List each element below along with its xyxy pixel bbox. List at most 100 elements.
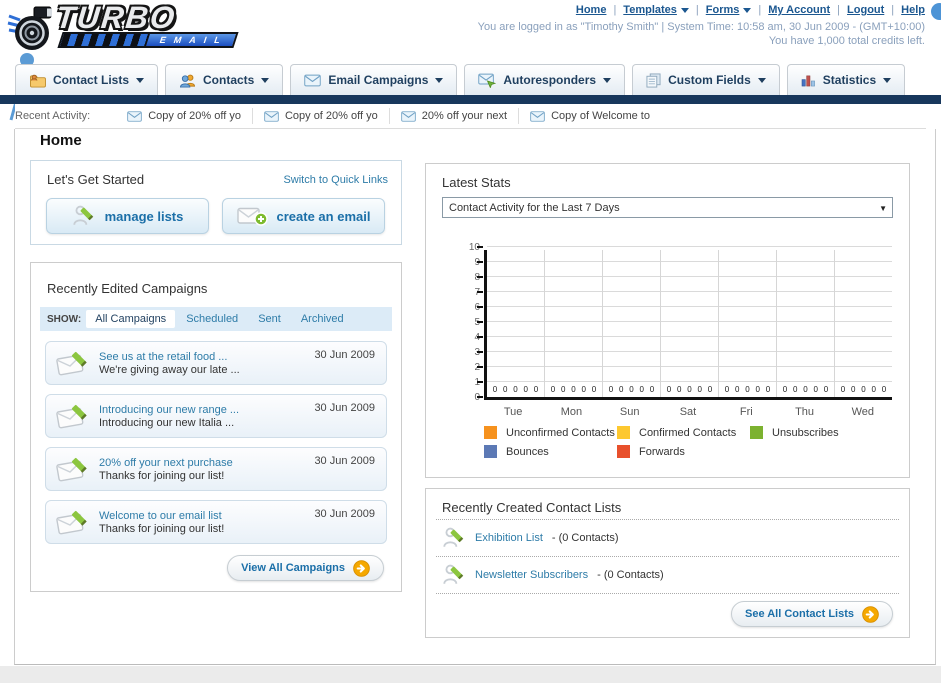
campaign-title-link[interactable]: Welcome to our email list: [99, 510, 224, 522]
campaign-subtitle: Thanks for joining our list!: [99, 522, 225, 535]
chart-group-sun: 00000: [602, 250, 660, 397]
value-labels: 00000: [545, 385, 602, 394]
campaign-item[interactable]: Introducing our new range ... Introducing…: [45, 394, 387, 438]
campaign-text: Introducing our new range ... Introducing…: [99, 404, 239, 429]
campaign-item[interactable]: Welcome to our email list Thanks for join…: [45, 500, 387, 544]
contact-lists-icon: [29, 73, 46, 88]
campaign-item[interactable]: See us at the retail food ... We're givin…: [45, 341, 387, 385]
value-label: 0: [697, 385, 702, 394]
campaign-item[interactable]: 20% off your next purchase Thanks for joi…: [45, 447, 387, 491]
value-label: 0: [793, 385, 798, 394]
contact-list-name-link[interactable]: Newsletter Subscribers: [475, 569, 588, 581]
chevron-down-icon: [680, 8, 689, 13]
chevron-down-icon: ▼: [879, 204, 887, 213]
campaign-date: 30 Jun 2009: [314, 508, 375, 520]
stats-title: Latest Stats: [442, 175, 511, 190]
y-axis-tick: [477, 306, 483, 308]
value-label: 0: [782, 385, 788, 394]
header-link-help[interactable]: Help: [901, 4, 925, 16]
y-axis-tick: [477, 381, 483, 383]
recent-activity-item[interactable]: Copy of 20% off yo: [116, 108, 253, 124]
recent-activity-item[interactable]: Copy of 20% off yo: [253, 108, 390, 124]
contact-list-count: - (0 Contacts): [551, 532, 619, 544]
value-label: 0: [765, 385, 771, 394]
see-all-contact-lists-button[interactable]: See All Contact Lists: [730, 601, 893, 627]
legend-label: Confirmed Contacts: [639, 426, 737, 439]
y-axis-tick: [477, 261, 483, 263]
campaign-edit-icon: [56, 401, 90, 431]
value-label: 0: [871, 385, 876, 394]
chevron-down-icon: [883, 78, 892, 83]
tab-contacts[interactable]: Contacts: [165, 64, 284, 95]
tab-contact-lists[interactable]: Contact Lists: [15, 64, 159, 95]
value-labels: 00000: [719, 385, 776, 394]
page-title: Home: [40, 132, 82, 149]
campaign-text: See us at the retail food ... We're givin…: [99, 351, 240, 376]
value-label: 0: [581, 385, 586, 394]
create-email-button[interactable]: create an email: [222, 198, 385, 234]
stats-chart-legend: Unconfirmed Contacts Confirmed Contacts Un…: [484, 426, 896, 464]
create-email-label: create an email: [276, 208, 371, 224]
value-label: 0: [608, 385, 614, 394]
header-link-templates[interactable]: Templates: [623, 4, 677, 16]
legend-label: Unsubscribes: [772, 426, 839, 439]
tab-statistics[interactable]: Statistics: [786, 64, 906, 95]
value-label: 0: [823, 385, 829, 394]
footer-strip: [0, 666, 941, 683]
legend-swatch: [750, 426, 763, 439]
header-link-home[interactable]: Home: [576, 4, 607, 16]
stats-period-select[interactable]: Contact Activity for the Last 7 Days ▼: [442, 197, 893, 218]
y-axis-tick: [477, 366, 483, 368]
value-label: 0: [492, 385, 498, 394]
latest-stats-panel: Latest Stats Contact Activity for the La…: [425, 163, 910, 478]
header-links: Home | Templates | Forms | My Account | Logout | H…: [576, 4, 925, 16]
filter-sent[interactable]: Sent: [249, 310, 290, 328]
person-edit-icon: [442, 563, 466, 587]
filter-archived[interactable]: Archived: [292, 310, 353, 328]
recent-activity-item-label: 20% off your next: [421, 110, 508, 122]
help-bubble-icon[interactable]: [931, 3, 941, 20]
recent-activity-item[interactable]: 20% off your next: [390, 108, 520, 124]
filter-all-campaigns[interactable]: All Campaigns: [86, 310, 176, 328]
credits-info: You have 1,000 total credits left.: [768, 35, 925, 47]
header-link-my-account[interactable]: My Account: [768, 4, 830, 16]
campaign-title-link[interactable]: See us at the retail food ...: [99, 351, 240, 363]
see-all-contact-lists-label: See All Contact Lists: [744, 608, 854, 620]
envelope-icon: [264, 110, 279, 122]
y-axis-tick: [477, 336, 483, 338]
legend-swatch: [617, 445, 630, 458]
recent-activity-item[interactable]: Copy of Welcome to: [519, 108, 661, 124]
chart-group-tue: 00000: [487, 250, 544, 397]
header-link-forms[interactable]: Forms: [706, 4, 740, 16]
campaign-date: 30 Jun 2009: [314, 455, 375, 467]
campaign-title-link[interactable]: 20% off your next purchase: [99, 457, 233, 469]
contact-list-name-link[interactable]: Exhibition List: [475, 532, 543, 544]
value-label: 0: [666, 385, 672, 394]
switch-to-quick-links[interactable]: Switch to Quick Links: [283, 174, 388, 186]
separator: |: [891, 4, 895, 16]
statistics-icon: [801, 74, 816, 87]
legend-label: Bounces: [506, 445, 549, 458]
recent-activity-item-label: Copy of 20% off yo: [148, 110, 241, 122]
manage-lists-button[interactable]: manage lists: [46, 198, 209, 234]
legend-item: Bounces: [484, 445, 617, 458]
filter-scheduled[interactable]: Scheduled: [177, 310, 247, 328]
tab-autoresponders[interactable]: Autoresponders: [464, 64, 626, 95]
value-labels: 00000: [661, 385, 718, 394]
tab-custom-fields[interactable]: Custom Fields: [632, 64, 780, 95]
contact-list-item: Exhibition List - (0 Contacts): [436, 519, 899, 556]
campaign-date: 30 Jun 2009: [314, 402, 375, 414]
value-label: 0: [861, 385, 866, 394]
campaign-edit-icon: [56, 454, 90, 484]
header-link-logout[interactable]: Logout: [847, 4, 884, 16]
campaign-title-link[interactable]: Introducing our new range ...: [99, 404, 239, 416]
contact-lists-title: Recently Created Contact Lists: [442, 500, 622, 515]
value-label: 0: [735, 385, 740, 394]
recent-activity-label: Recent Activity:: [15, 110, 91, 122]
recent-activity-bar: Recent Activity: Copy of 20% off yo Copy …: [15, 104, 926, 129]
tab-email-campaigns[interactable]: Email Campaigns: [290, 64, 458, 95]
person-edit-icon: [72, 204, 96, 228]
view-all-campaigns-button[interactable]: View All Campaigns: [227, 555, 384, 581]
value-labels: 00000: [603, 385, 660, 394]
campaigns-title: Recently Edited Campaigns: [47, 281, 208, 296]
